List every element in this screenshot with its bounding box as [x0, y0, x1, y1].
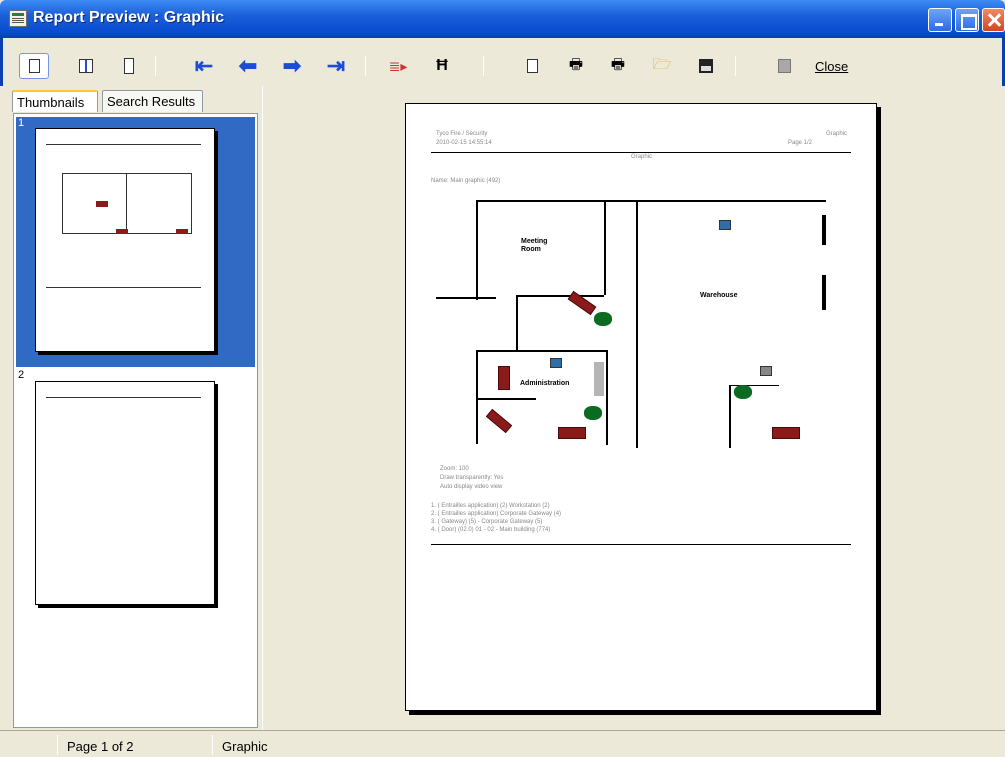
previous-page-button[interactable]: ⬅	[233, 53, 263, 79]
desk	[558, 427, 586, 439]
maximize-button[interactable]	[955, 8, 979, 32]
prop-video: Auto display video view	[440, 484, 503, 490]
thumbnail-page-1[interactable]	[35, 128, 215, 352]
item-2: 2. ( Entrailles application) Corporate G…	[431, 511, 562, 517]
next-page-icon: ➡	[282, 53, 302, 78]
page-width-icon	[79, 59, 93, 73]
page-setup-button[interactable]	[517, 53, 547, 79]
close-window-button[interactable]	[982, 8, 1005, 32]
room-administration: Administration	[520, 380, 570, 387]
single-page-icon	[28, 59, 40, 73]
export-button[interactable]	[769, 53, 799, 79]
save-button[interactable]	[691, 53, 721, 79]
page-company: Tyco Fire / Security	[436, 131, 488, 137]
printer-stack-icon: 🖶	[568, 55, 584, 73]
page-setup-icon	[526, 59, 538, 73]
whole-page-icon	[124, 58, 134, 74]
open-folder-icon: 🗁	[652, 55, 672, 73]
item-4: 4. ( Door) (02.0) 01 - 02 - Main buildin…	[431, 527, 551, 533]
tab-search-results[interactable]: Search Results	[102, 90, 203, 112]
camera-icon	[760, 366, 772, 376]
page-width-button[interactable]	[71, 53, 101, 79]
printer-icon: 🖶	[610, 55, 626, 73]
prop-transparent: Draw transparently: Yes	[440, 475, 504, 481]
item-1: 1. ( Entrailles application) (2) Worksta…	[431, 503, 550, 509]
thumbnail-panel: Thumbnails Search Results 1 2	[8, 86, 258, 730]
desk	[772, 427, 800, 439]
plant-icon	[594, 312, 612, 326]
status-bar: Page 1 of 2 Graphic	[0, 730, 1005, 757]
whole-page-button[interactable]	[114, 53, 144, 79]
room-meeting-line1: Meeting	[521, 238, 548, 245]
room-meeting-line2: Room	[521, 246, 541, 253]
page-number-label: Page 1/2	[788, 140, 813, 146]
workstation-icon	[719, 220, 731, 230]
plant-icon	[584, 406, 602, 420]
last-page-button[interactable]: ⇥	[321, 53, 351, 79]
thumbnail-number: 2	[18, 369, 25, 381]
toolbar: ⇤ ⬅ ➡ ⇥ ≣▸ Ħ 🖶 🖶 🗁 Close	[0, 38, 1005, 86]
header-rule	[431, 152, 851, 153]
report-preview-icon	[9, 10, 27, 27]
prop-zoom: Zoom: 100	[440, 466, 469, 472]
item-3: 3. ( Gateway) (5) - Corporate Gateway (5…	[431, 519, 543, 525]
tab-thumbnails[interactable]: Thumbnails	[12, 90, 98, 112]
room-warehouse: Warehouse	[700, 292, 738, 299]
cabinet	[594, 362, 604, 396]
window-title: Report Preview : Graphic	[33, 9, 225, 26]
close-button[interactable]: Close	[815, 59, 848, 74]
status-report-name: Graphic	[222, 739, 268, 754]
thumbnail-page-2[interactable]	[35, 381, 215, 605]
thumbnail-item-selected[interactable]: 1	[16, 117, 255, 367]
footer-rule	[431, 544, 851, 545]
desk	[498, 366, 510, 390]
title-bar[interactable]: Report Preview : Graphic	[0, 0, 1005, 38]
floor-plan: Meeting Room Warehouse Administration	[436, 200, 830, 448]
plant-icon	[734, 385, 752, 399]
page-timestamp: 2010-02-15 14:55:14	[436, 140, 492, 146]
floppy-disk-icon	[699, 59, 713, 73]
page-report-name: Graphic	[826, 131, 848, 137]
first-page-icon: ⇤	[194, 53, 214, 78]
goto-page-icon: ≣▸	[388, 57, 408, 74]
first-page-button[interactable]: ⇤	[189, 53, 219, 79]
single-page-button[interactable]	[19, 53, 49, 79]
find-button[interactable]: Ħ	[427, 53, 457, 79]
desk	[485, 408, 513, 434]
export-icon	[777, 59, 791, 73]
print-button[interactable]: 🖶	[603, 53, 633, 79]
open-button[interactable]: 🗁	[647, 53, 677, 79]
close-button-label: Close	[815, 59, 849, 74]
page-center-title: Graphic	[631, 154, 653, 160]
binoculars-icon: Ħ	[436, 57, 448, 74]
last-page-icon: ⇥	[326, 53, 346, 78]
next-page-button[interactable]: ➡	[277, 53, 307, 79]
status-page-info: Page 1 of 2	[67, 739, 134, 754]
workstation-icon	[550, 358, 562, 368]
thumbnail-list[interactable]: 1 2	[13, 113, 258, 728]
print-setup-button[interactable]: 🖶	[561, 53, 591, 79]
graphic-name: Name: Main graphic (492)	[431, 178, 501, 184]
report-page: Tyco Fire / Security 2010-02-15 14:55:14…	[405, 103, 877, 711]
goto-page-button[interactable]: ≣▸	[383, 53, 413, 79]
thumbnail-number: 1	[18, 117, 25, 129]
previous-page-icon: ⬅	[238, 53, 258, 78]
preview-area[interactable]: Tyco Fire / Security 2010-02-15 14:55:14…	[262, 86, 1005, 730]
minimize-button[interactable]	[928, 8, 952, 32]
